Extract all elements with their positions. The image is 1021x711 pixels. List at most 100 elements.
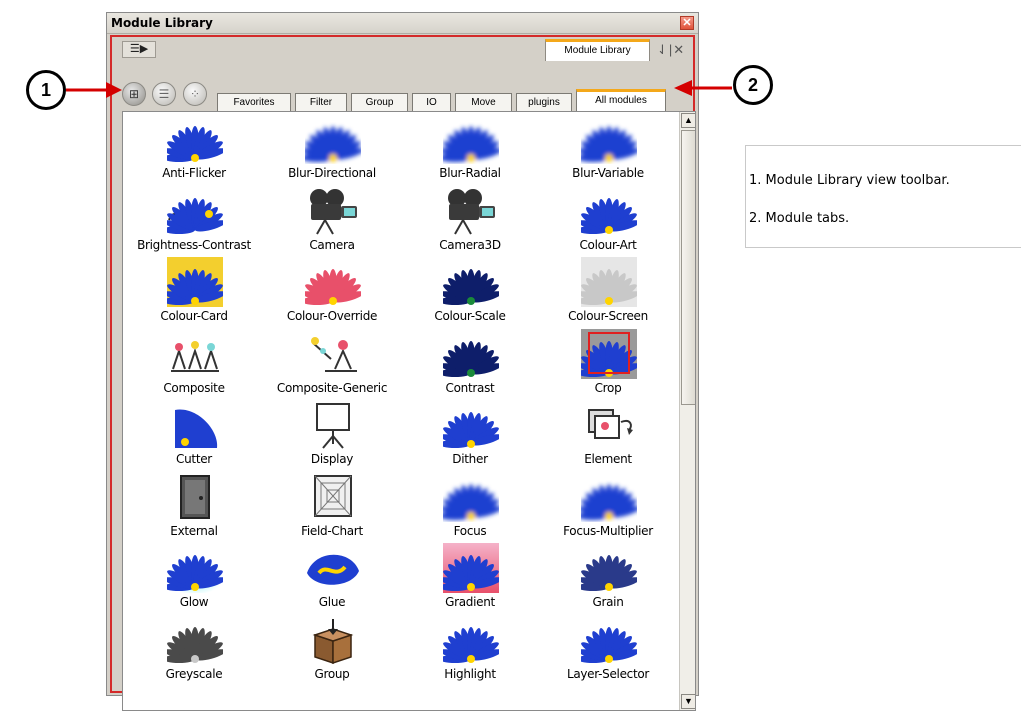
blue-flower-icon — [163, 114, 226, 164]
module-item[interactable]: Composite — [125, 329, 263, 399]
blurred-flower-icon — [577, 472, 640, 522]
tab-module-library[interactable]: Module Library — [545, 39, 650, 61]
module-item[interactable]: Blur-Radial — [401, 114, 539, 184]
module-item[interactable]: Blur-Variable — [539, 114, 677, 184]
close-icon[interactable]: ✕ — [680, 16, 694, 30]
module-label: Layer-Selector — [566, 666, 650, 681]
window-title: Module Library — [111, 16, 213, 30]
module-item[interactable]: Colour-Screen — [539, 257, 677, 327]
module-item[interactable]: Highlight — [401, 615, 539, 685]
module-item[interactable]: Greyscale — [125, 615, 263, 685]
module-item[interactable]: External — [125, 472, 263, 542]
module-item[interactable]: Colour-Art — [539, 186, 677, 256]
module-item[interactable]: Layer-Selector — [539, 615, 677, 685]
titlebar[interactable]: Module Library ✕ — [107, 13, 698, 34]
composite-icon — [167, 329, 223, 379]
tab-group[interactable]: Group — [351, 93, 408, 112]
module-item[interactable]: Contrast — [401, 329, 539, 399]
tab-io[interactable]: IO — [412, 93, 451, 112]
module-item[interactable]: Camera3D — [401, 186, 539, 256]
module-item[interactable]: Group — [263, 615, 401, 685]
module-label: Blur-Directional — [288, 166, 376, 180]
gradient-flower-icon — [439, 543, 502, 593]
module-item[interactable]: Composite-Generic — [263, 329, 401, 399]
module-item[interactable]: Colour-Card — [125, 257, 263, 327]
composite-generic-icon — [305, 329, 361, 379]
vertical-scrollbar[interactable]: ▲ ▼ — [679, 112, 695, 710]
dark-flower-icon — [439, 257, 502, 307]
module-item[interactable]: Focus — [401, 472, 539, 542]
module-label: Anti-Flicker — [162, 166, 226, 180]
module-label: Colour-Art — [579, 237, 637, 252]
blurred-flower-icon — [577, 114, 640, 164]
tab-favorites[interactable]: Favorites — [217, 93, 291, 112]
module-item[interactable]: Brightness-Contrast — [125, 186, 263, 256]
scroll-down-button[interactable]: ▼ — [681, 694, 695, 709]
display-screen-icon — [305, 400, 361, 450]
module-item[interactable]: Display — [263, 400, 401, 470]
tab-move[interactable]: Move — [455, 93, 512, 112]
grain-flower-icon — [577, 543, 640, 593]
module-item[interactable]: Cutter — [125, 400, 263, 470]
module-label: Composite — [163, 380, 225, 395]
door-icon — [167, 472, 223, 522]
blue-flower-icon — [439, 400, 502, 450]
module-item[interactable]: Crop — [539, 328, 677, 399]
module-item[interactable]: Glue — [263, 543, 401, 613]
tab-filter[interactable]: Filter — [295, 93, 347, 112]
module-item[interactable]: Grain — [539, 543, 677, 613]
group-box-icon — [305, 615, 361, 665]
module-item[interactable]: Gradient — [401, 543, 539, 613]
thumbnail-view-icon[interactable]: ⁘ — [183, 82, 207, 106]
module-label: Greyscale — [165, 666, 223, 681]
tab-all-modules[interactable]: All modules — [576, 89, 666, 112]
module-item[interactable]: Element — [539, 400, 677, 470]
legend-note: 1. Module Library view toolbar. 2. Modul… — [745, 145, 1021, 248]
scroll-thumb[interactable] — [681, 130, 695, 405]
module-grid: Anti-Flicker Blur-Directional Blur-Radial B… — [122, 111, 696, 711]
module-item[interactable]: Camera — [263, 186, 401, 256]
plug-flower-icon — [163, 186, 226, 236]
module-item[interactable]: Focus-Multiplier — [539, 472, 677, 542]
module-library-view: ☰▶ Module Library ⇃|✕ ⊞ ☰ ⁘ Favorites Filte… — [110, 35, 696, 711]
field-chart-icon — [305, 472, 361, 522]
scroll-up-button[interactable]: ▲ — [681, 113, 695, 128]
module-label: Glue — [318, 595, 346, 609]
module-label: Element — [584, 452, 632, 466]
module-label: Colour-Scale — [434, 309, 506, 323]
module-label: Gradient — [445, 595, 495, 609]
module-item[interactable]: Dither — [401, 400, 539, 470]
element-icon — [581, 400, 637, 450]
glue-flower-icon — [305, 543, 361, 593]
blue-flower-icon — [577, 186, 640, 236]
module-label: Group — [314, 666, 350, 681]
view-menu-button[interactable]: ☰▶ — [122, 41, 156, 58]
module-label: Camera — [309, 237, 355, 252]
module-item[interactable]: Blur-Directional — [263, 114, 401, 184]
camera-icon — [305, 186, 361, 236]
module-label: Contrast — [445, 380, 495, 395]
list-view-icon[interactable]: ☰ — [152, 82, 176, 106]
module-item[interactable]: Colour-Override — [263, 257, 401, 327]
module-item[interactable]: Field-Chart — [263, 472, 401, 542]
note-line-1: 1. Module Library view toolbar. — [749, 173, 950, 188]
module-label: External — [170, 523, 218, 538]
camera-icon — [443, 186, 499, 236]
tab-actions-icon[interactable]: ⇃|✕ — [657, 42, 685, 58]
pink-flower-icon — [301, 257, 364, 307]
tree-view-icon[interactable]: ⊞ — [122, 82, 146, 106]
blue-flower-icon — [439, 615, 502, 665]
tab-plugins[interactable]: plugins — [516, 93, 572, 112]
module-label: Brightness-Contrast — [137, 237, 251, 252]
dark-flower-icon — [439, 329, 502, 379]
module-label: Colour-Screen — [568, 309, 648, 323]
module-label: Field-Chart — [301, 523, 363, 538]
module-item[interactable]: Glow — [125, 543, 263, 613]
module-label: Grain — [592, 595, 624, 609]
glow-flower-icon — [163, 543, 226, 595]
module-item[interactable]: Colour-Scale — [401, 257, 539, 327]
module-item[interactable]: Anti-Flicker — [125, 114, 263, 184]
module-label: Glow — [179, 595, 209, 609]
module-label: Blur-Variable — [572, 166, 644, 180]
module-label: Camera3D — [439, 237, 501, 252]
